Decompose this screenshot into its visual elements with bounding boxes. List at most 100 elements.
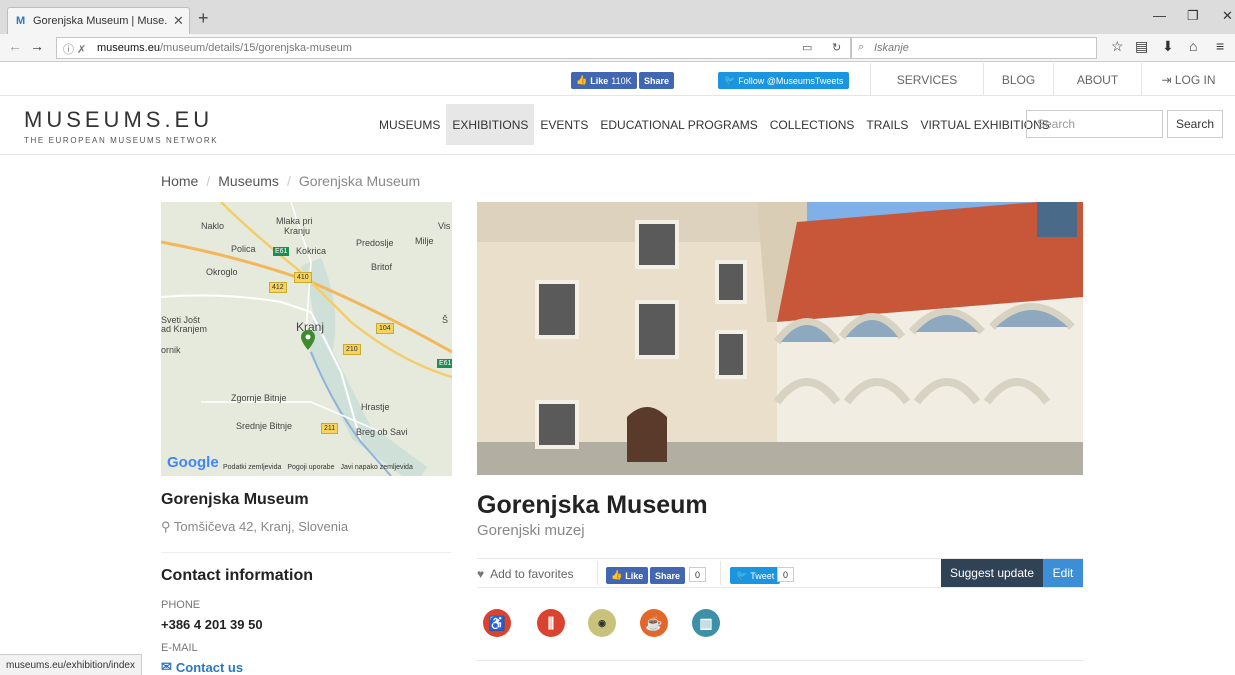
map-pin-icon[interactable]	[301, 330, 315, 350]
fb-like-label: Like	[590, 75, 609, 86]
url-host: museums.eu	[97, 42, 160, 54]
map-footer-data[interactable]: Podatki zemljevida	[223, 464, 281, 471]
download-icon[interactable]: ⬇	[1162, 38, 1174, 55]
home-icon[interactable]: ⌂	[1189, 38, 1197, 54]
menu-icon[interactable]: ≡	[1216, 38, 1224, 54]
road-badge: 210	[343, 344, 361, 355]
contact-heading: Contact information	[161, 567, 313, 584]
link-about[interactable]: ABOUT	[1053, 63, 1141, 96]
page-title: Gorenjska Museum	[477, 491, 708, 519]
fb-share-button-2[interactable]: Share	[650, 567, 686, 584]
map-label: Polica	[231, 244, 256, 254]
divider	[720, 561, 721, 585]
phone-number: +386 4 201 39 50	[161, 617, 263, 632]
map-label: Naklo	[201, 221, 225, 231]
nav-museums[interactable]: MUSEUMS	[373, 104, 446, 145]
breadcrumb-home[interactable]: Home	[161, 173, 198, 189]
browser-tab[interactable]: M Gorenjska Museum | Muse... ✕	[7, 7, 190, 34]
site-search-input[interactable]: Search	[1026, 110, 1163, 138]
map-label: Zgornje Bitnje	[231, 393, 287, 403]
site-logo[interactable]: MUSEUMS.EU	[24, 107, 213, 133]
reload-icon[interactable]: ↻	[832, 41, 841, 54]
restaurant-icon: ⫼	[537, 609, 565, 637]
edit-button[interactable]: Edit	[1043, 559, 1083, 587]
restore-icon[interactable]: ❐	[1187, 8, 1199, 24]
twitter-follow-button[interactable]: 🐦 Follow @MuseumsTweets	[718, 72, 850, 89]
map-footer-terms[interactable]: Pogoji uporabe	[287, 464, 334, 471]
bookmark-star-icon[interactable]: ☆	[1111, 38, 1124, 55]
url-path: /museum/details/15/gorenjska-museum	[159, 42, 352, 54]
native-name: Gorenjski muzej	[477, 522, 585, 539]
nav-exhibitions[interactable]: EXHIBITIONS	[446, 104, 535, 145]
tab-title: Gorenjska Museum | Muse...	[33, 15, 167, 27]
road-badge: 104	[376, 323, 394, 334]
browser-search-input[interactable]: ⌕ Iskanje	[851, 37, 1097, 59]
close-tab-icon[interactable]: ✕	[173, 13, 189, 29]
library-icon[interactable]: ▤	[1135, 38, 1148, 55]
add-to-favorites-button[interactable]: ♥ Add to favorites	[477, 567, 574, 581]
contact-us-link[interactable]: ✉ Contact us	[161, 659, 243, 675]
divider	[597, 561, 598, 585]
nav-collections[interactable]: COLLECTIONS	[764, 104, 861, 145]
nav-events[interactable]: EVENTS	[534, 104, 594, 145]
browser-nav-bar: ← → ⓘ ✗ museums.eu/museum/details/15/gor…	[0, 34, 1235, 62]
road-badge: E61	[437, 359, 452, 368]
address-text: Tomšičeva 42, Kranj, Slovenia	[173, 519, 349, 534]
fb-like-button-2[interactable]: 👍 Like	[606, 567, 649, 584]
back-icon[interactable]: ←	[8, 38, 22, 54]
about-label: ABOUT	[1076, 72, 1119, 87]
wifi-icon: ◉	[588, 609, 616, 637]
close-window-icon[interactable]: ✕	[1222, 8, 1233, 24]
link-blog[interactable]: BLOG	[983, 63, 1053, 96]
link-services[interactable]: SERVICES	[870, 63, 983, 96]
map-label: ornik	[161, 345, 181, 355]
fb-like-button[interactable]: 👍 Like 110K	[571, 72, 637, 89]
museum-name-left: Gorenjska Museum	[161, 491, 309, 508]
fb-share-count: 0	[689, 567, 707, 582]
phone-label: PHONE	[161, 599, 201, 611]
map-label: Britof	[371, 262, 393, 272]
suggest-update-button[interactable]: Suggest update	[941, 559, 1043, 587]
twitter-icon: 🐦	[736, 570, 748, 580]
url-bar[interactable]: ⓘ ✗ museums.eu/museum/details/15/gorenjs…	[56, 37, 851, 59]
site-tagline: THE EUROPEAN MUSEUMS NETWORK	[24, 136, 219, 145]
road-badge: 410	[294, 272, 312, 283]
site-search-button[interactable]: Search	[1167, 110, 1223, 138]
tweet-label: Tweet	[750, 570, 775, 581]
reader-view-icon[interactable]: ▭	[802, 41, 812, 54]
fb-share-button[interactable]: Share	[639, 72, 675, 89]
google-label: Google	[167, 454, 219, 471]
search-icon: ⌕	[858, 41, 865, 53]
breadcrumb: Home / Museums / Gorenjska Museum	[161, 173, 420, 189]
museum-photo	[477, 202, 1083, 475]
contact-us-label: Contact us	[175, 659, 244, 675]
breadcrumb-museums[interactable]: Museums	[218, 173, 279, 189]
new-tab-icon[interactable]: +	[198, 8, 209, 29]
site-info-icon[interactable]: ⓘ ✗	[63, 41, 86, 57]
tweet-button[interactable]: 🐦 Tweet	[730, 567, 781, 584]
envelope-icon: ✉	[161, 659, 172, 674]
map-label: Hrastje	[361, 402, 390, 412]
map-label: Predoslje	[356, 238, 394, 248]
map-label: Milje	[415, 236, 434, 246]
browser-tab-bar: M Gorenjska Museum | Muse... ✕ + — ❐ ✕	[0, 0, 1235, 34]
site-search-placeholder: Search	[1037, 117, 1076, 131]
minimize-icon[interactable]: —	[1153, 8, 1166, 23]
thumbs-up-icon: 👍	[611, 570, 623, 580]
services-label: SERVICES	[896, 72, 958, 87]
nav-trails[interactable]: TRAILS	[860, 104, 914, 145]
cafe-icon: ☕	[640, 609, 668, 637]
nav-educational-programs[interactable]: EDUCATIONAL PROGRAMS	[594, 104, 763, 145]
divider	[477, 660, 1083, 661]
map-label: Breg ob Savi	[356, 427, 408, 437]
location-map[interactable]: Naklo Mlaka pri Kranju Vis Polica Kokric…	[161, 202, 452, 476]
login-icon: ⇥	[1161, 72, 1172, 87]
twitter-follow-label: Follow @MuseumsTweets	[738, 75, 844, 86]
map-footer-report[interactable]: Javi napako zemljevida	[340, 464, 412, 471]
link-login[interactable]: ⇥ LOG IN	[1141, 63, 1235, 96]
blog-label: BLOG	[1001, 72, 1036, 87]
forward-icon[interactable]: →	[30, 38, 44, 54]
breadcrumb-current: Gorenjska Museum	[298, 173, 421, 189]
login-label: LOG IN	[1174, 72, 1216, 87]
heart-icon: ♥	[477, 567, 485, 581]
